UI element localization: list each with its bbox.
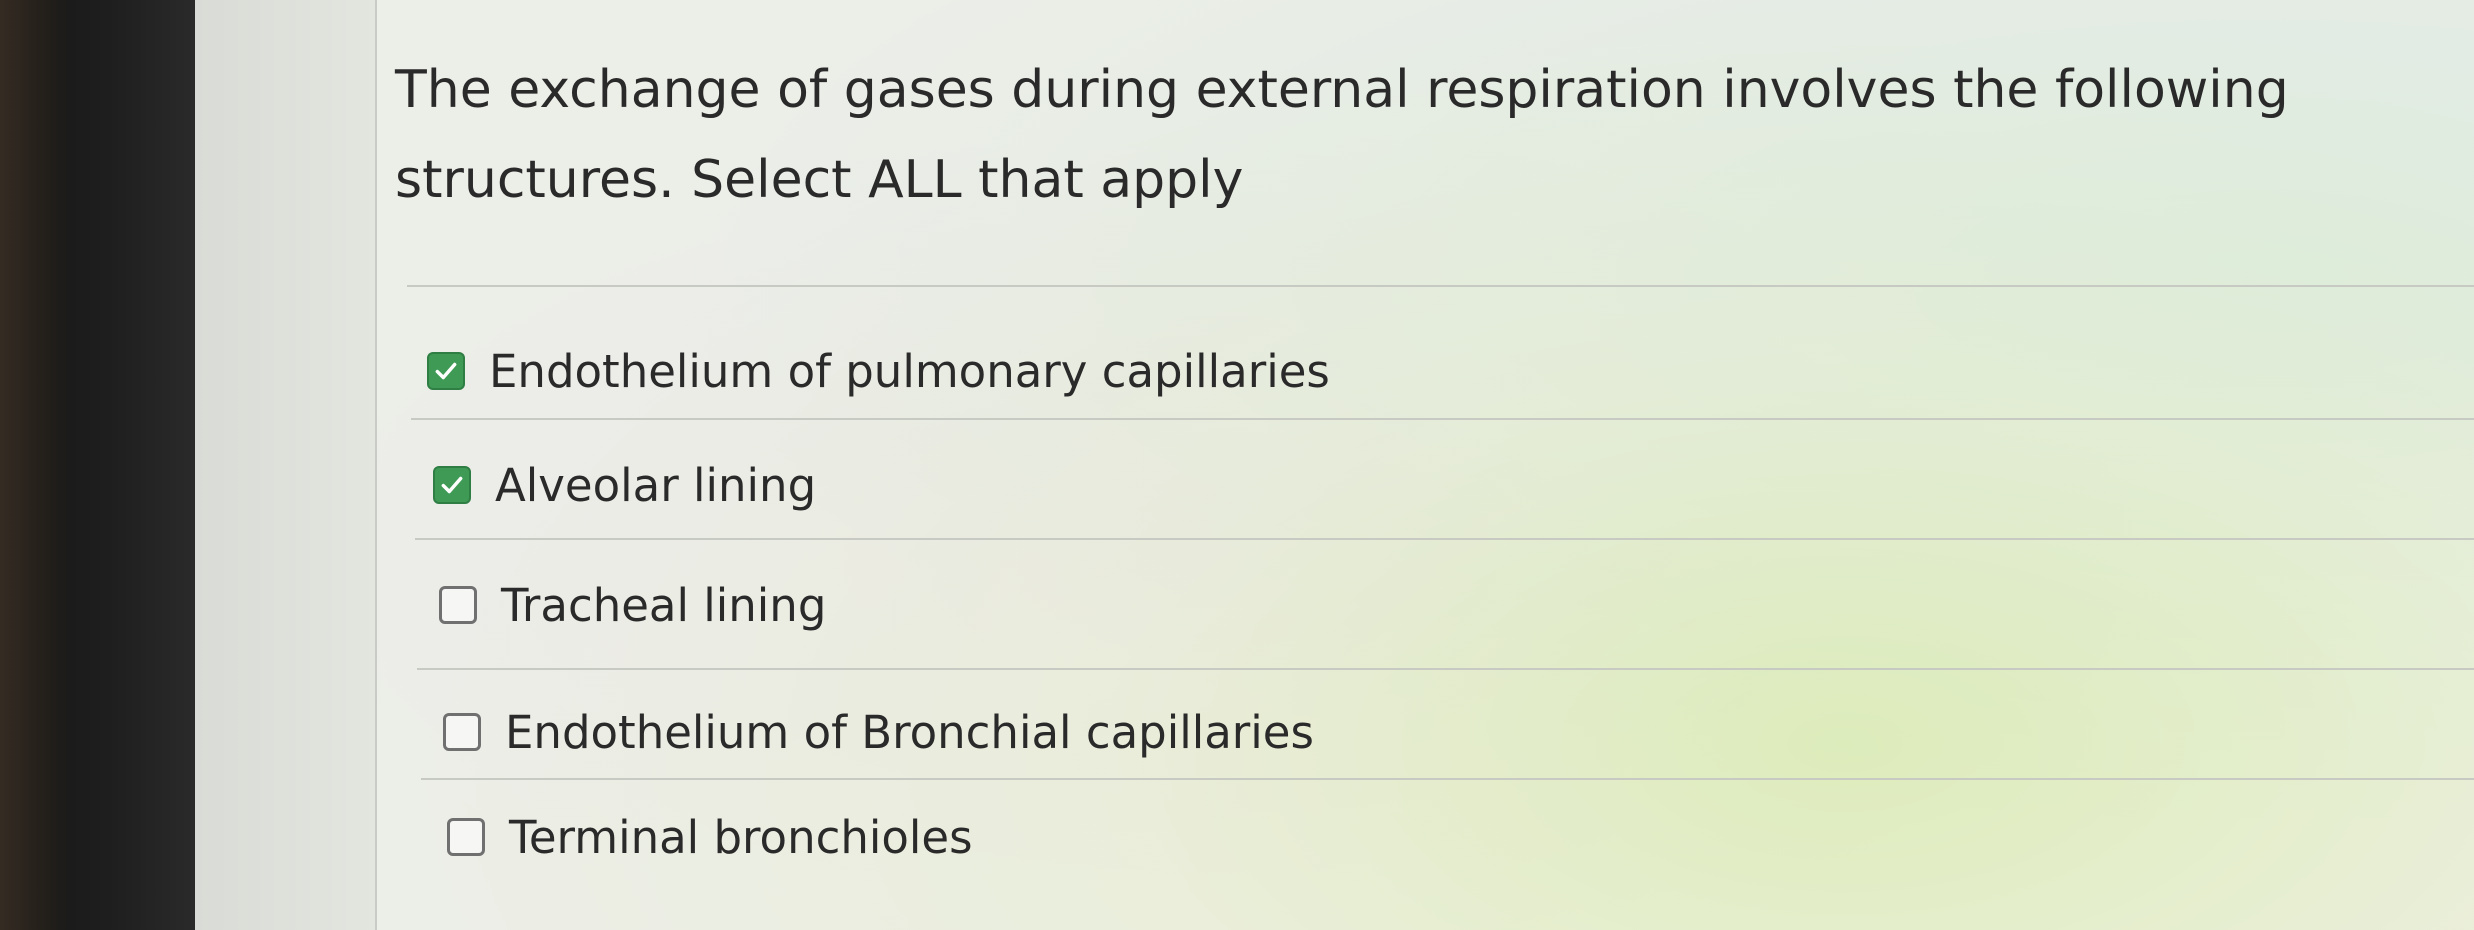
divider (415, 538, 2474, 540)
option-label: Tracheal lining (501, 578, 827, 632)
divider (407, 285, 2474, 287)
checkbox-unchecked[interactable] (447, 818, 485, 856)
page-left-margin (195, 0, 377, 930)
option-terminal-bronchioles[interactable]: Terminal bronchioles (447, 802, 973, 872)
checkbox-unchecked[interactable] (439, 586, 477, 624)
divider (411, 418, 2474, 420)
checkbox-checked[interactable] (433, 466, 471, 504)
divider (421, 778, 2474, 780)
option-tracheal-lining[interactable]: Tracheal lining (439, 570, 826, 640)
option-label: Endothelium of Bronchial capillaries (505, 705, 1314, 759)
checkbox-unchecked[interactable] (443, 713, 481, 751)
check-icon (435, 362, 457, 380)
option-label: Endothelium of pulmonary capillaries (489, 344, 1330, 398)
question-line-1: The exchange of gases during external re… (395, 60, 2289, 120)
check-icon (441, 476, 463, 494)
monitor-bezel (0, 0, 195, 930)
option-endothelium-pulmonary-capillaries[interactable]: Endothelium of pulmonary capillaries (427, 336, 1330, 406)
divider (417, 668, 2474, 670)
question-line-2: structures. Select ALL that apply (395, 150, 1244, 210)
option-alveolar-lining[interactable]: Alveolar lining (433, 450, 816, 520)
option-endothelium-bronchial-capillaries[interactable]: Endothelium of Bronchial capillaries (443, 697, 1314, 767)
option-label: Alveolar lining (495, 458, 817, 512)
question-text: The exchange of gases during external re… (395, 45, 2295, 225)
checkbox-checked[interactable] (427, 352, 465, 390)
option-label: Terminal bronchioles (509, 810, 973, 864)
photo-of-screen: The exchange of gases during external re… (0, 0, 2474, 930)
question-card: The exchange of gases during external re… (377, 0, 2474, 930)
bezel-edge (0, 0, 70, 930)
